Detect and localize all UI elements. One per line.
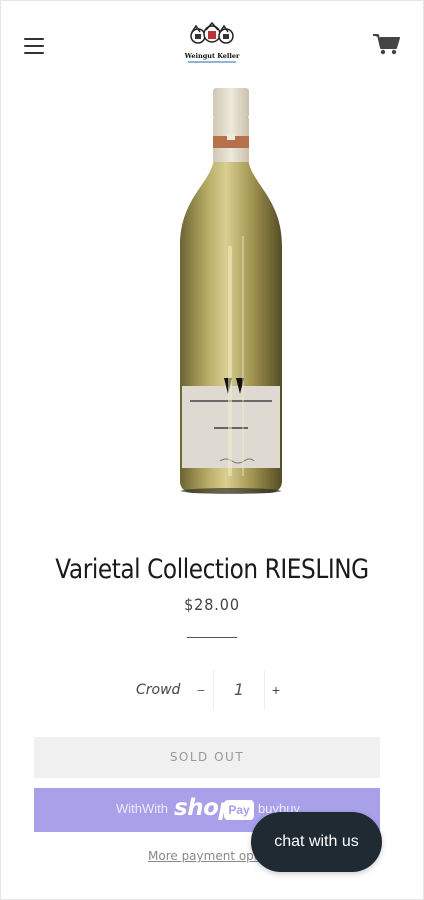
- logo-text: Weingut Keller: [184, 52, 240, 60]
- wine-bottle-image: [180, 88, 282, 494]
- quantity-selector: Crowd − 1 +: [0, 670, 424, 710]
- price-divider: [187, 637, 237, 638]
- menu-line: [24, 45, 44, 47]
- logo-underline: [188, 61, 236, 63]
- menu-line: [24, 52, 44, 54]
- cart-icon: [373, 34, 400, 55]
- store-logo[interactable]: Weingut Keller: [178, 21, 246, 68]
- menu-line: [24, 38, 44, 40]
- quantity-increase-button[interactable]: +: [265, 676, 287, 704]
- quantity-input[interactable]: 1: [213, 670, 265, 710]
- quantity-label: Crowd: [136, 682, 181, 698]
- quantity-decrease-button[interactable]: −: [190, 676, 212, 704]
- product-image[interactable]: [32, 86, 392, 496]
- hamburger-menu-button[interactable]: [24, 38, 44, 58]
- shop-pay-pay-badge: Pay: [224, 800, 254, 820]
- sold-out-button[interactable]: SOLD OUT: [34, 737, 380, 778]
- logo-emblem-icon: [190, 21, 234, 44]
- chat-with-us-button[interactable]: chat with us: [251, 812, 382, 872]
- site-header: Weingut Keller: [0, 0, 424, 88]
- product-price: $28.00: [184, 595, 240, 614]
- product-title: Varietal Collection RIESLING: [55, 554, 369, 586]
- shop-pay-with-text: WithWith: [116, 801, 168, 816]
- cart-button[interactable]: [372, 32, 400, 56]
